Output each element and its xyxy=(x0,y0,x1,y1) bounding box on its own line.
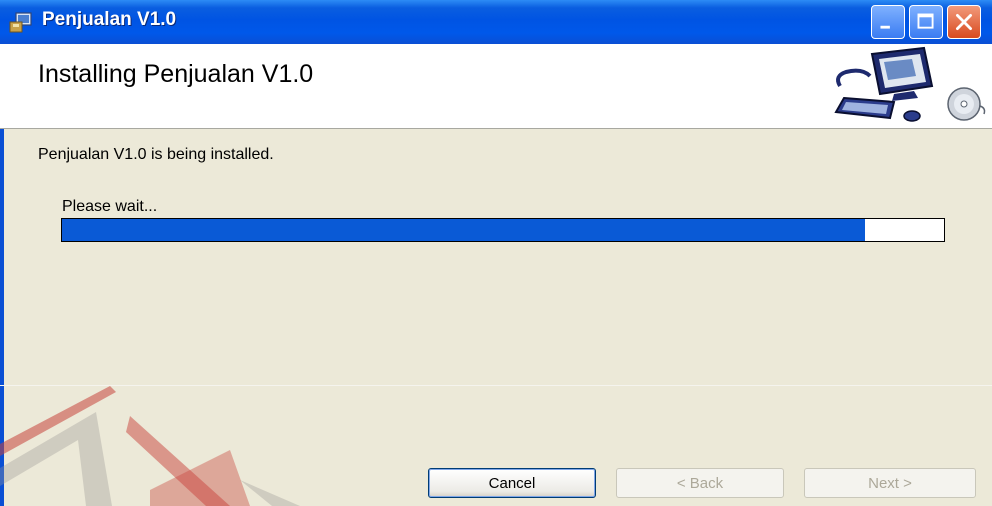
progress-fill xyxy=(62,219,865,241)
minimize-icon xyxy=(880,25,890,29)
setup-icon xyxy=(9,12,32,33)
installer-window: Penjualan V1.0 Installing Penjualan V1.0 xyxy=(0,0,992,506)
close-icon xyxy=(956,14,972,30)
back-button[interactable]: < Back xyxy=(616,468,784,498)
header-banner: Installing Penjualan V1.0 xyxy=(0,44,992,129)
maximize-icon xyxy=(917,13,934,29)
minimize-button[interactable] xyxy=(871,5,905,39)
close-button[interactable] xyxy=(947,5,981,39)
progress-bar xyxy=(61,218,945,242)
cancel-button[interactable]: Cancel xyxy=(428,468,596,498)
page-title: Installing Penjualan V1.0 xyxy=(38,60,314,88)
computer-install-illustration xyxy=(834,46,986,122)
status-text: Penjualan V1.0 is being installed. xyxy=(38,146,274,163)
title-bar[interactable]: Penjualan V1.0 xyxy=(0,0,992,44)
next-button[interactable]: Next > xyxy=(804,468,976,498)
maximize-button[interactable] xyxy=(909,5,943,39)
window-title: Penjualan V1.0 xyxy=(42,9,177,30)
watermark-logo xyxy=(0,386,300,506)
wait-label: Please wait... xyxy=(62,198,158,215)
